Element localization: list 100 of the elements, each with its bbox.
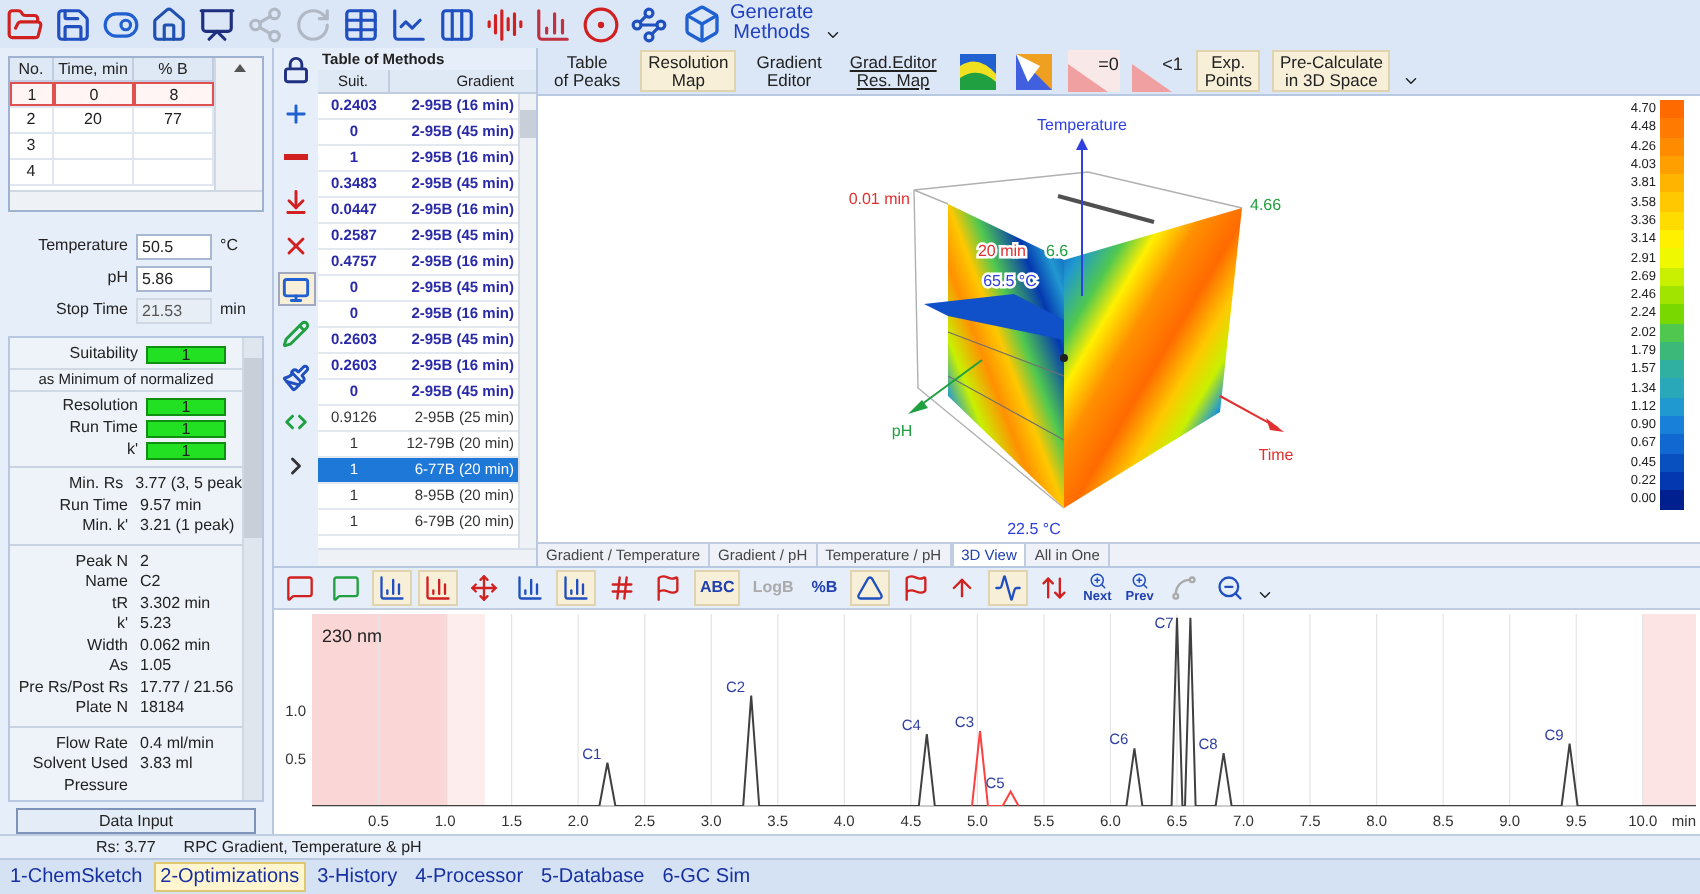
method-tool-button[interactable]	[277, 272, 315, 306]
table-cell[interactable]: 1	[10, 82, 54, 106]
minus-icon	[284, 154, 308, 160]
threshold-button[interactable]: <1	[1132, 50, 1185, 92]
ph-axis-arrow	[908, 359, 983, 414]
line-chart-icon[interactable]	[390, 5, 428, 43]
presentation-icon[interactable]	[198, 5, 236, 43]
zoom-out-icon	[1215, 574, 1244, 602]
dropdown-icon[interactable]	[1402, 72, 1421, 90]
module-tab[interactable]: 4-Processor	[409, 862, 530, 892]
axis-label: 20 min	[977, 242, 1026, 260]
unit-label: °C	[218, 234, 238, 258]
view-button[interactable]: Exp. Points	[1196, 50, 1260, 92]
dropdown-icon[interactable]	[1255, 586, 1274, 604]
bar-chart-icon	[378, 574, 406, 602]
parameter-field[interactable]: 5.86	[136, 265, 212, 291]
vertical-scrollbar[interactable]	[214, 58, 262, 190]
horizontal-scrollbar[interactable]	[10, 190, 262, 210]
module-tab[interactable]: 1-ChemSketch	[4, 862, 149, 892]
bar-chart-icon[interactable]	[534, 5, 572, 43]
speech-bubble-icon	[286, 574, 314, 602]
target-icon[interactable]	[582, 5, 620, 43]
view-button[interactable]: Gradient Editor	[748, 50, 830, 92]
tool-button[interactable]	[849, 570, 890, 606]
horizontal-scrollbar[interactable]	[318, 548, 536, 566]
module-tab[interactable]: 6-GC Sim	[656, 862, 757, 892]
score-field: 1	[146, 345, 226, 363]
tool-button[interactable]: ABC	[694, 570, 741, 606]
result-label: Name	[83, 572, 130, 593]
view-button[interactable]: Pre-Calculate in 3D Space	[1271, 50, 1391, 92]
view-button[interactable]: Resolution Map	[640, 50, 737, 92]
result-label: k'	[124, 438, 140, 462]
bar-chart-icon	[562, 574, 590, 602]
method-tool-button[interactable]	[277, 360, 315, 394]
bar-chart-icon	[424, 574, 452, 602]
parameter-field[interactable]: 50.5	[136, 233, 212, 259]
dropdown-icon[interactable]	[823, 26, 842, 44]
axis-label: pH	[891, 422, 913, 440]
move-arrows-icon	[470, 574, 498, 602]
result-label: k'	[114, 614, 130, 635]
search-icon	[1087, 572, 1108, 590]
tool-button[interactable]: %B	[805, 570, 844, 606]
folder-icon[interactable]	[6, 5, 44, 43]
waveform-icon[interactable]	[486, 5, 524, 43]
result-label: Min. Rs	[67, 474, 126, 495]
house-icon[interactable]	[150, 5, 188, 43]
table-cell[interactable]: 2	[10, 108, 54, 132]
brush-icon	[282, 363, 310, 391]
threshold-button[interactable]: =0	[1068, 50, 1121, 92]
result-value: 3.83 ml	[138, 754, 193, 775]
peak-icon	[855, 574, 884, 602]
result-value: 2	[138, 551, 149, 572]
view-button[interactable]: Table of Peaks	[546, 50, 629, 92]
score-field: 1	[146, 397, 226, 415]
tool-button[interactable]	[556, 570, 596, 606]
box-icon	[682, 4, 722, 44]
table-cell[interactable]: 4	[10, 160, 54, 184]
axis-label: 4.66	[1250, 196, 1282, 214]
save-icon[interactable]	[54, 5, 92, 43]
tool-button[interactable]	[418, 570, 458, 606]
speech-bubble-icon	[332, 574, 360, 602]
vertical-scrollbar[interactable]	[518, 94, 536, 548]
result-label: Flow Rate	[53, 733, 130, 754]
route-icon[interactable]	[630, 5, 668, 43]
result-value: 0.062 min	[138, 635, 211, 656]
lock-icon	[282, 55, 310, 83]
unit-label: min	[218, 298, 246, 322]
flag-icon	[901, 574, 930, 602]
result-label: Plate N	[73, 698, 130, 719]
table-cell[interactable]: 20	[54, 108, 134, 132]
result-value: 9.57 min	[138, 495, 202, 516]
wavelength-label: 230 nm	[322, 626, 383, 646]
result-label: Peak N	[73, 551, 130, 572]
table-cell[interactable]: 3	[10, 134, 54, 158]
result-value: 3.77 (3, 5 peak	[133, 474, 242, 495]
module-tab[interactable]: 5-Database	[535, 862, 651, 892]
result-label: Solvent Used	[30, 754, 130, 775]
columns-icon[interactable]	[438, 5, 476, 43]
table-icon[interactable]	[342, 5, 380, 43]
scroll-up-icon[interactable]	[233, 64, 245, 72]
result-label: As	[107, 656, 130, 677]
table-cell[interactable]: 8	[134, 82, 214, 106]
result-label: Pre Rs/Post Rs	[16, 677, 130, 698]
module-tab[interactable]: 3-History	[311, 862, 404, 892]
data-input-button[interactable]: Data Input	[16, 808, 256, 834]
axis-label: Time	[1258, 446, 1294, 464]
result-value: C2	[138, 572, 161, 593]
time-axis-arrow	[1219, 395, 1284, 432]
generate-methods-button[interactable]: Generate Methods	[682, 4, 814, 44]
tool-button[interactable]	[372, 570, 412, 606]
spline-icon	[1169, 574, 1198, 602]
view-button[interactable]: Grad.Editor Res. Map	[841, 50, 945, 92]
tool-button[interactable]	[987, 570, 1028, 606]
vertical-scrollbar[interactable]	[242, 338, 262, 800]
result-label: Resolution	[60, 394, 140, 418]
table-cell[interactable]: 0	[54, 82, 134, 106]
arrow-down-icon	[282, 187, 310, 215]
result-label: Width	[85, 635, 130, 656]
module-tab[interactable]: 2-Optimizations	[154, 862, 306, 892]
axis-label: 22.5 °C	[1007, 520, 1061, 538]
